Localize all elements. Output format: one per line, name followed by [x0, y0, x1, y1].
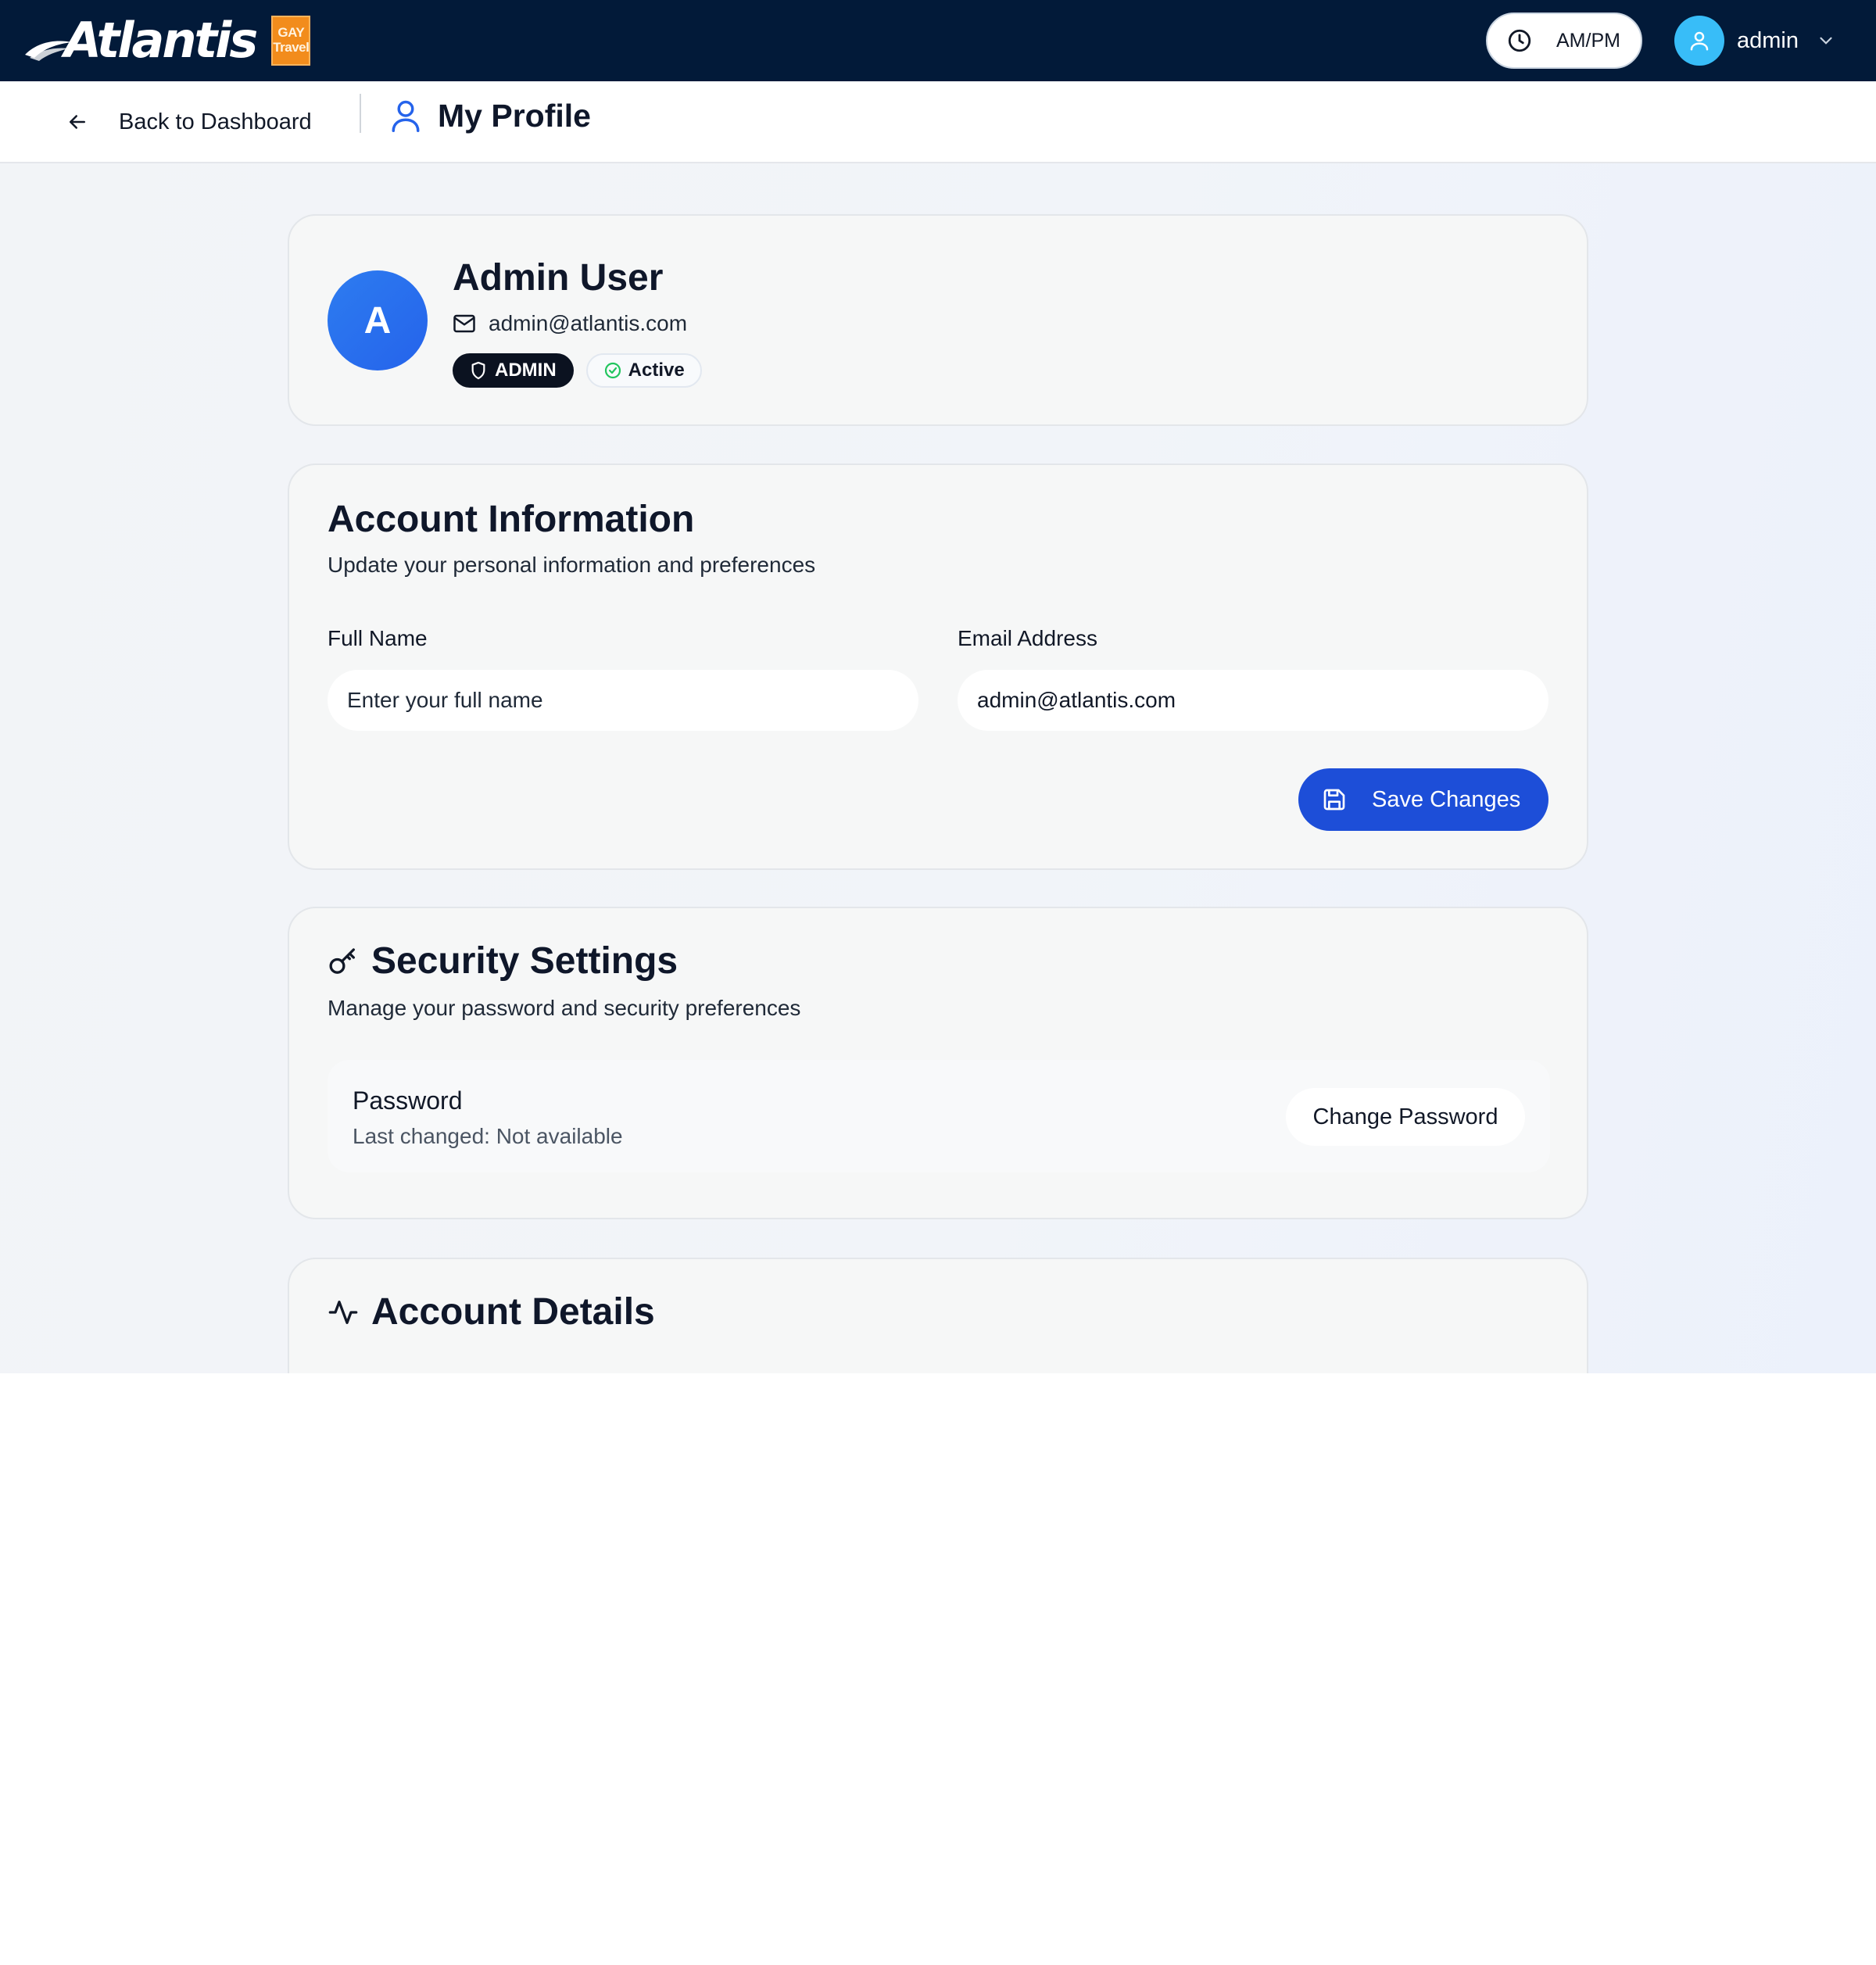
shield-icon — [471, 361, 485, 380]
brand-badge-line-2: Travel — [273, 40, 310, 55]
main-content: A Admin User admin@atlantis.com ADMIN Ac… — [0, 163, 1876, 1373]
back-label: Back to Dashboard — [119, 109, 312, 134]
change-password-button[interactable]: Change Password — [1286, 1088, 1525, 1146]
password-title: Password — [353, 1086, 463, 1115]
account-details-title: Account Details — [371, 1291, 655, 1333]
security-settings-subtitle: Manage your password and security prefer… — [328, 996, 801, 1020]
save-changes-label: Save Changes — [1372, 786, 1521, 812]
avatar: A — [328, 270, 428, 370]
user-icon — [392, 100, 420, 132]
profile-card: A Admin User admin@atlantis.com ADMIN Ac… — [288, 214, 1588, 426]
arrow-left-icon — [70, 115, 85, 129]
user-name: admin — [1737, 27, 1799, 53]
security-settings-heading: Security Settings — [328, 940, 678, 982]
role-badge-label: ADMIN — [495, 360, 557, 381]
save-changes-button[interactable]: Save Changes — [1298, 768, 1548, 831]
top-navbar: Atlantis GAY Travel AM/PM admin — [0, 0, 1876, 81]
security-settings-card: Security Settings Manage your password a… — [288, 907, 1588, 1219]
role-badge: ADMIN — [453, 353, 574, 388]
security-settings-title: Security Settings — [371, 940, 678, 982]
page-header: Back to Dashboard My Profile — [0, 81, 1876, 163]
user-icon — [1690, 31, 1709, 51]
header-divider — [360, 94, 361, 133]
account-information-title: Account Information — [328, 499, 695, 540]
email-label: Email Address — [958, 626, 1097, 650]
brand-badge: GAY Travel — [271, 16, 311, 66]
full-name-label: Full Name — [328, 626, 428, 650]
time-format-toggle[interactable]: AM/PM — [1486, 13, 1642, 69]
brand-badge-line-1: GAY — [277, 25, 305, 41]
page-title-group: My Profile — [389, 94, 591, 138]
status-badge-label: Active — [628, 360, 685, 381]
account-details-card: Account Details — [288, 1258, 1588, 1373]
time-format-label: AM/PM — [1556, 29, 1620, 52]
brand-wordmark: Atlantis — [64, 12, 258, 69]
password-row: Password Last changed: Not available Cha… — [328, 1060, 1550, 1172]
account-details-heading: Account Details — [328, 1290, 655, 1333]
mail-icon — [453, 314, 475, 333]
status-badge: Active — [585, 353, 702, 388]
user-menu[interactable]: admin — [1674, 14, 1836, 67]
page-title: My Profile — [438, 97, 591, 134]
profile-name: Admin User — [453, 257, 664, 299]
chevron-down-icon — [1820, 37, 1832, 45]
password-last-changed: Last changed: Not available — [353, 1124, 623, 1148]
key-icon — [329, 947, 355, 974]
account-information-card: Account Information Update your personal… — [288, 464, 1588, 870]
account-information-subtitle: Update your personal information and pre… — [328, 553, 816, 577]
activity-icon — [328, 1300, 358, 1324]
profile-email: admin@atlantis.com — [489, 311, 688, 335]
profile-badges: ADMIN Active — [453, 353, 702, 388]
full-name-input[interactable] — [328, 670, 918, 731]
back-to-dashboard-button[interactable]: Back to Dashboard — [66, 97, 312, 147]
brand-logo[interactable]: Atlantis GAY Travel — [23, 12, 311, 69]
clock-icon — [1508, 29, 1531, 52]
profile-email-row: admin@atlantis.com — [453, 311, 687, 336]
avatar — [1674, 16, 1724, 66]
email-input[interactable] — [958, 670, 1548, 731]
check-circle-icon — [604, 362, 621, 379]
save-icon — [1323, 789, 1345, 811]
